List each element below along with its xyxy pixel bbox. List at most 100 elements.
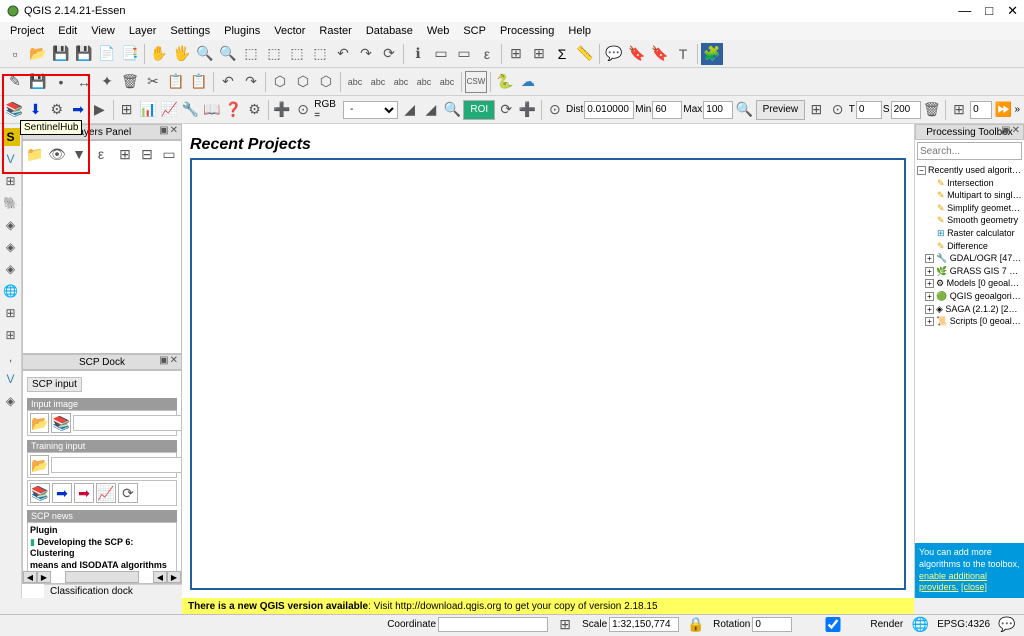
tree-expand-grass[interactable]: + <box>925 267 934 276</box>
training-new-icon[interactable]: 📚 <box>30 483 50 503</box>
scp-extra-input[interactable] <box>970 101 992 119</box>
scp-plot-icon[interactable]: ⊙ <box>293 99 313 121</box>
training-open-icon[interactable]: 📂 <box>30 455 49 475</box>
plugin-puzzle-icon[interactable]: 🧩 <box>701 43 723 65</box>
scp-batch-icon[interactable]: ⚙ <box>244 99 264 121</box>
refresh-band-set-icon[interactable]: 📚 <box>51 413 70 433</box>
layer-expand-icon[interactable]: ⊞ <box>115 143 135 165</box>
scp-bandset-icon[interactable]: 📊 <box>138 99 158 121</box>
menu-edit[interactable]: Edit <box>52 23 83 39</box>
annotation-icon[interactable]: T <box>672 43 694 65</box>
scp-preview-pointer-icon[interactable]: ⊙ <box>827 99 847 121</box>
zoom-native-icon[interactable]: ⬚ <box>240 43 262 65</box>
label-move-icon[interactable]: abc <box>390 71 412 93</box>
menu-help[interactable]: Help <box>562 23 597 39</box>
open-project-icon[interactable]: 📂 <box>27 43 49 65</box>
s-input[interactable] <box>891 101 921 119</box>
add-virtual-icon[interactable]: V <box>2 370 20 388</box>
menu-raster[interactable]: Raster <box>313 23 357 39</box>
tree-expand-qgis[interactable]: + <box>925 292 934 301</box>
csw-icon[interactable]: CSW <box>465 71 487 93</box>
maximize-button[interactable]: □ <box>985 3 993 19</box>
refresh-icon[interactable]: ⟳ <box>378 43 400 65</box>
menu-vector[interactable]: Vector <box>268 23 311 39</box>
statistics-icon[interactable]: Σ <box>551 43 573 65</box>
scp-help-icon[interactable]: ❓ <box>223 99 243 121</box>
menu-view[interactable]: View <box>85 23 121 39</box>
training-plot-icon[interactable]: 📈 <box>96 483 116 503</box>
layer-visibility-icon[interactable]: 👁 <box>47 143 67 165</box>
layers-panel-controls[interactable]: ▣✕ <box>159 125 179 136</box>
save-project-icon[interactable]: 💾 <box>50 43 72 65</box>
scp-input-icon[interactable]: 📚 <box>4 99 24 121</box>
scp-settings-icon[interactable]: 🔧 <box>180 99 200 121</box>
save-as-icon[interactable]: 💾 <box>73 43 95 65</box>
toolbox-tree[interactable]: −Recently used algorithms ✎ Intersection… <box>915 162 1024 543</box>
add-postgis-icon[interactable]: 🐘 <box>2 194 20 212</box>
scp-preprocess-icon[interactable]: ➡ <box>68 99 88 121</box>
scp-download-icon[interactable]: ⬇ <box>25 99 45 121</box>
redo-icon[interactable]: ↷ <box>240 71 262 93</box>
scp-roi-pointer-icon[interactable]: ➕ <box>272 99 292 121</box>
tree-expand-gdal[interactable]: + <box>925 254 934 263</box>
coord-input[interactable] <box>438 617 548 632</box>
python-console-icon[interactable]: 🐍 <box>494 71 516 93</box>
layer-filter-icon[interactable]: ▼ <box>69 143 89 165</box>
menu-project[interactable]: Project <box>4 23 50 39</box>
composer-manager-icon[interactable]: 📑 <box>119 43 141 65</box>
tip-close-link[interactable]: [close] <box>961 582 987 592</box>
scp-stretch-icon[interactable]: ◢ <box>399 99 419 121</box>
scp-input-tab[interactable]: SCP input <box>27 377 82 392</box>
bookmark-list-icon[interactable]: 🔖 <box>649 43 671 65</box>
new-print-composer-icon[interactable]: 📄 <box>96 43 118 65</box>
layer-expression-icon[interactable]: ε <box>91 143 111 165</box>
scp-userguide-icon[interactable]: 📖 <box>202 99 222 121</box>
crs-icon[interactable]: 🌐 <box>909 614 931 636</box>
paste-icon[interactable]: 📋 <box>188 71 210 93</box>
scp-dist-icon[interactable]: ⊙ <box>545 99 565 121</box>
scale-input[interactable] <box>609 617 679 632</box>
layer-remove-icon[interactable]: ▭ <box>159 143 179 165</box>
scale-lock-icon[interactable]: 🔒 <box>685 614 707 636</box>
zoom-layer-icon[interactable]: ⬚ <box>309 43 331 65</box>
undo-icon[interactable]: ↶ <box>217 71 239 93</box>
label-rotate-icon[interactable]: abc <box>413 71 435 93</box>
menu-processing[interactable]: Processing <box>494 23 560 39</box>
zoom-selection-icon[interactable]: ⬚ <box>286 43 308 65</box>
menu-plugins[interactable]: Plugins <box>218 23 266 39</box>
add-wms-icon[interactable]: 🌐 <box>2 282 20 300</box>
zoom-next-icon[interactable]: ↷ <box>355 43 377 65</box>
map-canvas[interactable] <box>190 158 906 590</box>
epsg-label[interactable]: EPSG:4326 <box>937 619 990 630</box>
add-feature-icon[interactable]: • <box>50 71 72 93</box>
split-icon[interactable]: ⬡ <box>315 71 337 93</box>
menu-web[interactable]: Web <box>421 23 455 39</box>
input-image-field[interactable] <box>73 415 181 431</box>
open-band-set-icon[interactable]: 📂 <box>30 413 49 433</box>
messages-icon[interactable]: 💬 <box>996 614 1018 636</box>
max-input[interactable] <box>703 101 733 119</box>
open-attribute-table-icon[interactable]: ⊞ <box>505 43 527 65</box>
add-raster-icon[interactable]: ⊞ <box>2 172 20 190</box>
identify-icon[interactable]: ℹ <box>407 43 429 65</box>
add-oracle-icon[interactable]: ◈ <box>2 260 20 278</box>
training-input-field[interactable] <box>51 457 181 473</box>
pan-icon[interactable]: ✋ <box>148 43 170 65</box>
scp-hscroll[interactable]: ◀▶ ◀▶ <box>23 571 181 583</box>
layer-add-group-icon[interactable]: 📁 <box>25 143 45 165</box>
cloud-icon[interactable]: ☁ <box>517 71 539 93</box>
zoom-out-icon[interactable]: 🔍 <box>217 43 239 65</box>
add-spatialite-icon[interactable]: ◈ <box>2 216 20 234</box>
edit-pencil-icon[interactable]: ✎ <box>4 71 26 93</box>
scp-run-icon[interactable]: ⏩ <box>993 99 1013 121</box>
layer-collapse-icon[interactable]: ⊟ <box>137 143 157 165</box>
scp-dock-controls[interactable]: ▣✕ <box>159 355 179 366</box>
tree-collapse-recent[interactable]: − <box>917 166 926 175</box>
classification-dock-tab[interactable]: Classification dock <box>44 584 204 598</box>
bookmark-icon[interactable]: 🔖 <box>626 43 648 65</box>
rgb-combo[interactable]: - <box>343 101 398 119</box>
cut-icon[interactable]: ✂ <box>142 71 164 93</box>
zoom-full-icon[interactable]: ⬚ <box>263 43 285 65</box>
scp-tools-icon[interactable]: ⚙ <box>47 99 67 121</box>
toolbar-overflow-icon[interactable]: » <box>1014 104 1020 115</box>
